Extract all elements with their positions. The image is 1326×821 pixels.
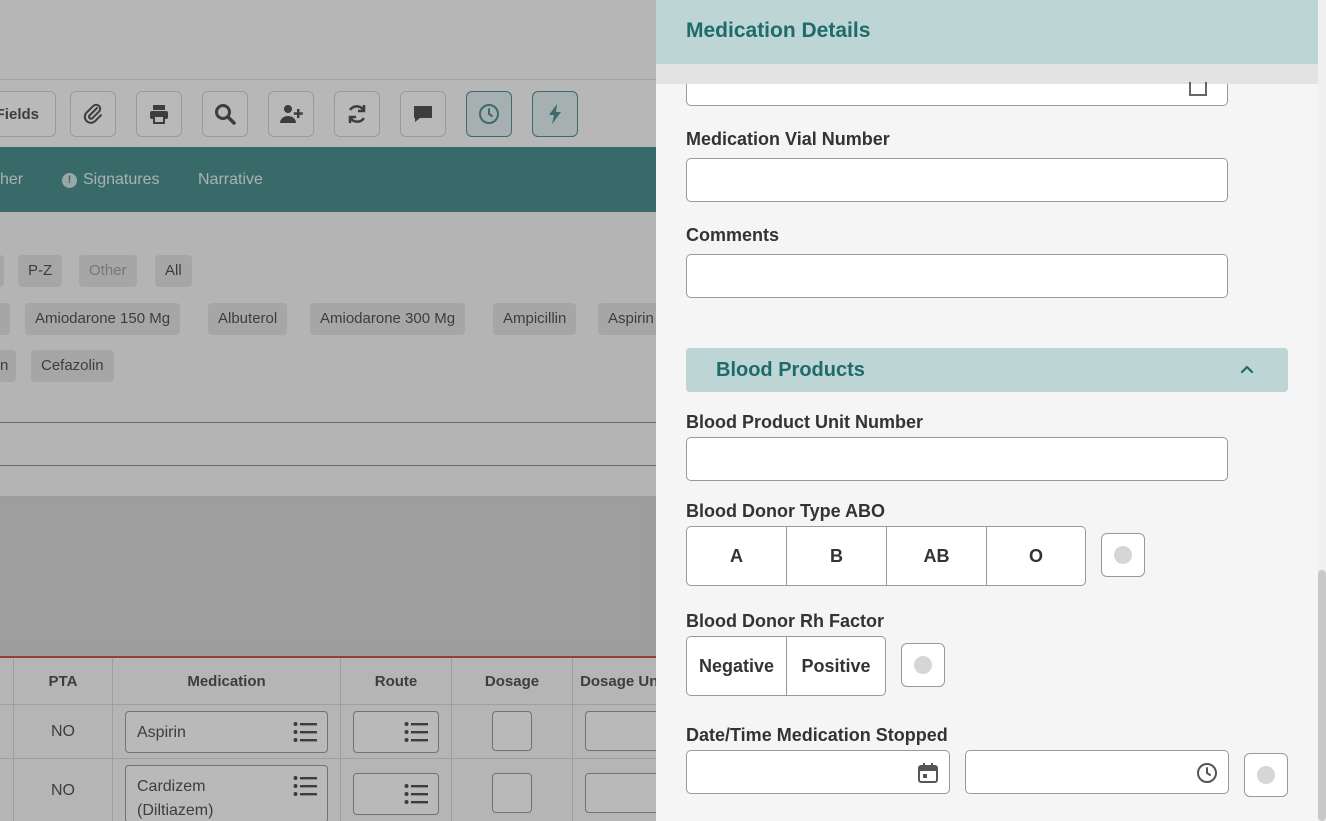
clear-dot-icon [1257, 766, 1275, 784]
vial-number-input[interactable] [686, 158, 1228, 202]
panel-title: Medication Details [686, 19, 871, 42]
rh-factor-clear-button[interactable] [901, 643, 945, 687]
rh-positive-button[interactable]: Positive [786, 636, 886, 696]
panel-header: Medication Details [656, 0, 1318, 64]
blood-products-section-header[interactable]: Blood Products [686, 348, 1288, 392]
unit-number-label: Blood Product Unit Number [686, 412, 923, 432]
donor-type-a-button[interactable]: A [686, 526, 787, 586]
blood-products-title: Blood Products [716, 359, 865, 381]
clear-dot-icon [1114, 546, 1132, 564]
rh-negative-button[interactable]: Negative [686, 636, 787, 696]
date-input-partial[interactable] [686, 82, 1228, 106]
stopped-time-input[interactable] [965, 750, 1229, 794]
panel-scrollbar-thumb[interactable] [1318, 570, 1326, 821]
clear-dot-icon [914, 656, 932, 674]
medication-details-panel: Medication Details Medication Vial Numbe… [656, 0, 1326, 821]
donor-type-o-button[interactable]: O [986, 526, 1086, 586]
calendar-icon [918, 763, 938, 783]
chevron-up-icon [1240, 365, 1254, 374]
donor-type-label: Blood Donor Type ABO [686, 501, 885, 521]
modal-overlay[interactable] [0, 0, 656, 821]
clock-icon [1197, 763, 1217, 783]
donor-type-clear-button[interactable] [1101, 533, 1145, 577]
comments-input[interactable] [686, 254, 1228, 298]
vial-number-label: Medication Vial Number [686, 129, 890, 149]
donor-type-b-button[interactable]: B [786, 526, 887, 586]
stopped-date-input[interactable] [686, 750, 950, 794]
stopped-label: Date/Time Medication Stopped [686, 725, 948, 745]
panel-subheader [656, 64, 1318, 84]
stopped-clear-button[interactable] [1244, 753, 1288, 797]
calendar-icon [1189, 82, 1207, 96]
rh-factor-label: Blood Donor Rh Factor [686, 611, 884, 631]
unit-number-input[interactable] [686, 437, 1228, 481]
donor-type-ab-button[interactable]: AB [886, 526, 987, 586]
comments-label: Comments [686, 225, 780, 245]
